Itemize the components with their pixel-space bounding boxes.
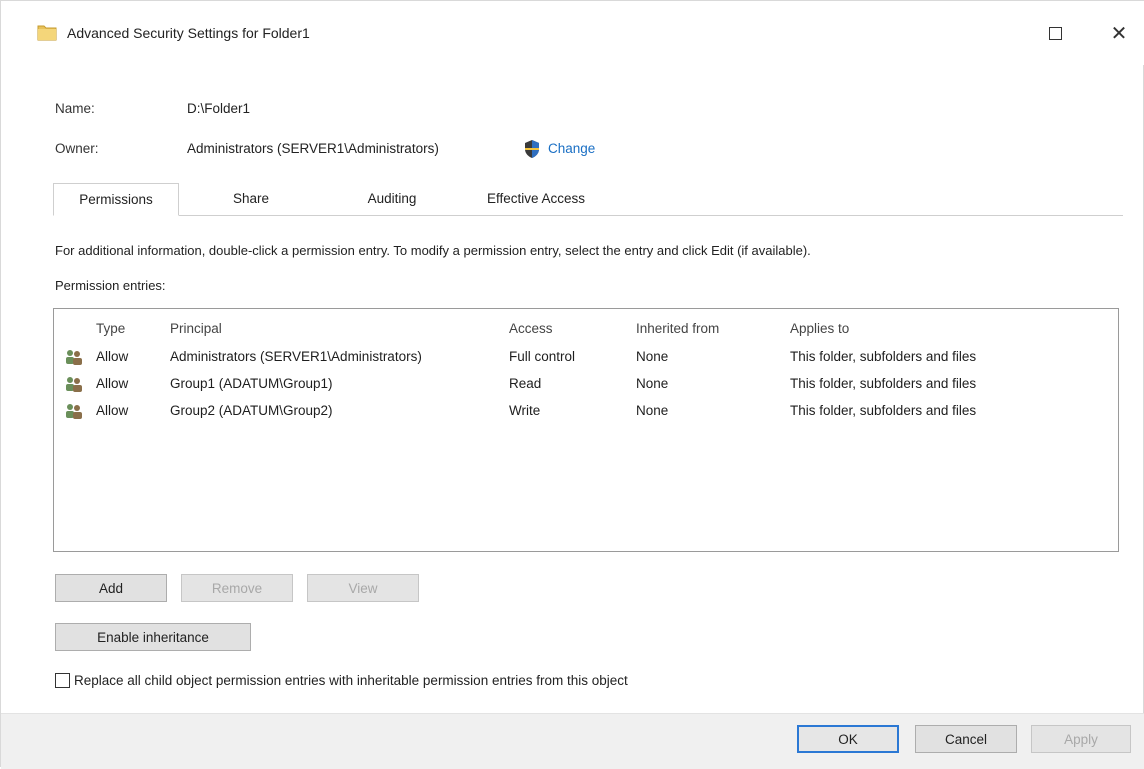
entry-inherited-from: None xyxy=(636,376,669,391)
cancel-button[interactable]: Cancel xyxy=(915,725,1017,753)
tab-share[interactable]: Share xyxy=(201,183,301,215)
entry-applies-to: This folder, subfolders and files xyxy=(790,403,977,418)
view-button[interactable]: View xyxy=(307,574,419,602)
name-value: D:\Folder1 xyxy=(187,101,251,116)
maximize-icon xyxy=(1048,26,1062,40)
ok-button[interactable]: OK xyxy=(797,725,899,753)
entry-inherited-from: None xyxy=(636,403,669,418)
permission-row[interactable]: Allow Group2 (ADATUM\Group2) Write None … xyxy=(54,399,1118,425)
user-group-icon xyxy=(66,404,82,419)
entry-type: Allow xyxy=(96,403,129,418)
info-text: For additional information, double-click… xyxy=(55,243,811,258)
column-type[interactable]: Type xyxy=(96,321,125,336)
entry-principal: Administrators (SERVER1\Administrators) xyxy=(170,349,422,364)
permission-row[interactable]: Allow Administrators (SERVER1\Administra… xyxy=(54,345,1118,371)
folder-icon xyxy=(37,25,57,41)
permission-entries-label: Permission entries: xyxy=(55,278,166,293)
entry-type: Allow xyxy=(96,376,129,391)
entry-applies-to: This folder, subfolders and files xyxy=(790,376,977,391)
remove-button[interactable]: Remove xyxy=(181,574,293,602)
advanced-security-settings-window: Advanced Security Settings for Folder1 ✕… xyxy=(0,0,1144,769)
entry-inherited-from: None xyxy=(636,349,669,364)
permission-row[interactable]: Allow Group1 (ADATUM\Group1) Read None T… xyxy=(54,372,1118,398)
window-title: Advanced Security Settings for Folder1 xyxy=(67,25,310,41)
replace-child-permissions-label: Replace all child object permission entr… xyxy=(74,673,628,688)
change-owner-link[interactable]: Change xyxy=(548,141,595,156)
entry-type: Allow xyxy=(96,349,129,364)
user-group-icon xyxy=(66,377,82,392)
owner-label: Owner: xyxy=(55,141,99,156)
tab-permissions[interactable]: Permissions xyxy=(53,183,179,216)
entry-applies-to: This folder, subfolders and files xyxy=(790,349,977,364)
list-header: Type Principal Access Inherited from App… xyxy=(54,317,1118,343)
enable-inheritance-button[interactable]: Enable inheritance xyxy=(55,623,251,651)
user-group-icon xyxy=(66,350,82,365)
column-applies-to[interactable]: Applies to xyxy=(790,321,849,336)
close-button[interactable]: ✕ xyxy=(1099,17,1139,49)
replace-child-permissions-checkbox[interactable] xyxy=(55,673,70,688)
tab-effective-access[interactable]: Effective Access xyxy=(461,183,611,215)
entry-access: Write xyxy=(509,403,541,418)
name-label: Name: xyxy=(55,101,95,116)
apply-button[interactable]: Apply xyxy=(1031,725,1131,753)
entry-principal: Group1 (ADATUM\Group1) xyxy=(170,376,333,391)
column-principal[interactable]: Principal xyxy=(170,321,222,336)
column-access[interactable]: Access xyxy=(509,321,553,336)
entry-access: Full control xyxy=(509,349,576,364)
entry-access: Read xyxy=(509,376,542,391)
owner-value: Administrators (SERVER1\Administrators) xyxy=(187,141,439,156)
add-button[interactable]: Add xyxy=(55,574,167,602)
tab-strip: Permissions Share Auditing Effective Acc… xyxy=(53,183,1123,216)
permission-entries-list[interactable]: Type Principal Access Inherited from App… xyxy=(53,308,1119,552)
title-bar[interactable]: Advanced Security Settings for Folder1 ✕ xyxy=(1,1,1144,65)
maximize-button[interactable] xyxy=(1035,17,1075,49)
column-inherited-from[interactable]: Inherited from xyxy=(636,321,719,336)
close-icon: ✕ xyxy=(1110,22,1128,45)
shield-icon xyxy=(525,140,539,158)
entry-principal: Group2 (ADATUM\Group2) xyxy=(170,403,333,418)
tab-auditing[interactable]: Auditing xyxy=(337,183,447,215)
